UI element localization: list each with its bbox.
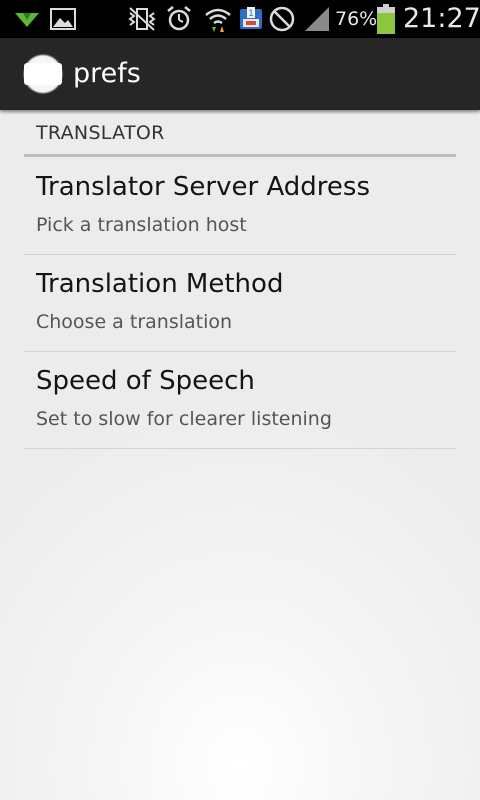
- upload-notification-icon: 1: [236, 5, 266, 33]
- preferences-list: TRANSLATOR Translator Server Address Pic…: [0, 110, 480, 800]
- battery-icon: [374, 4, 398, 34]
- battery-percent: 76%: [335, 8, 378, 30]
- clock: 21:27: [403, 3, 480, 34]
- page-title: prefs: [73, 58, 141, 89]
- alarm-icon: [163, 5, 195, 33]
- preference-summary: Set to slow for clearer listening: [36, 408, 332, 430]
- signal-icon: [302, 5, 332, 33]
- category-header: TRANSLATOR: [36, 122, 165, 144]
- preference-title: Translator Server Address: [36, 172, 370, 202]
- image-icon: [46, 5, 80, 33]
- svg-text:1: 1: [248, 9, 254, 19]
- status-bar: 1 76% 21:27: [0, 0, 480, 38]
- vibrate-mute-icon: [125, 5, 159, 33]
- preference-title: Speed of Speech: [36, 366, 255, 396]
- preference-item-server-address[interactable]: Translator Server Address Pick a transla…: [24, 158, 456, 255]
- download-arrow-icon: [10, 5, 44, 33]
- app-logo-icon[interactable]: [20, 51, 66, 97]
- no-sim-icon: [267, 5, 297, 33]
- action-bar: prefs: [0, 38, 480, 110]
- wifi-icon: [202, 5, 234, 33]
- preference-title: Translation Method: [36, 269, 284, 299]
- preference-item-translation-method[interactable]: Translation Method Choose a translation: [24, 255, 456, 352]
- category-divider: [24, 154, 456, 157]
- preference-item-speed-of-speech[interactable]: Speed of Speech Set to slow for clearer …: [24, 352, 456, 449]
- preference-summary: Choose a translation: [36, 311, 233, 333]
- preference-summary: Pick a translation host: [36, 214, 247, 236]
